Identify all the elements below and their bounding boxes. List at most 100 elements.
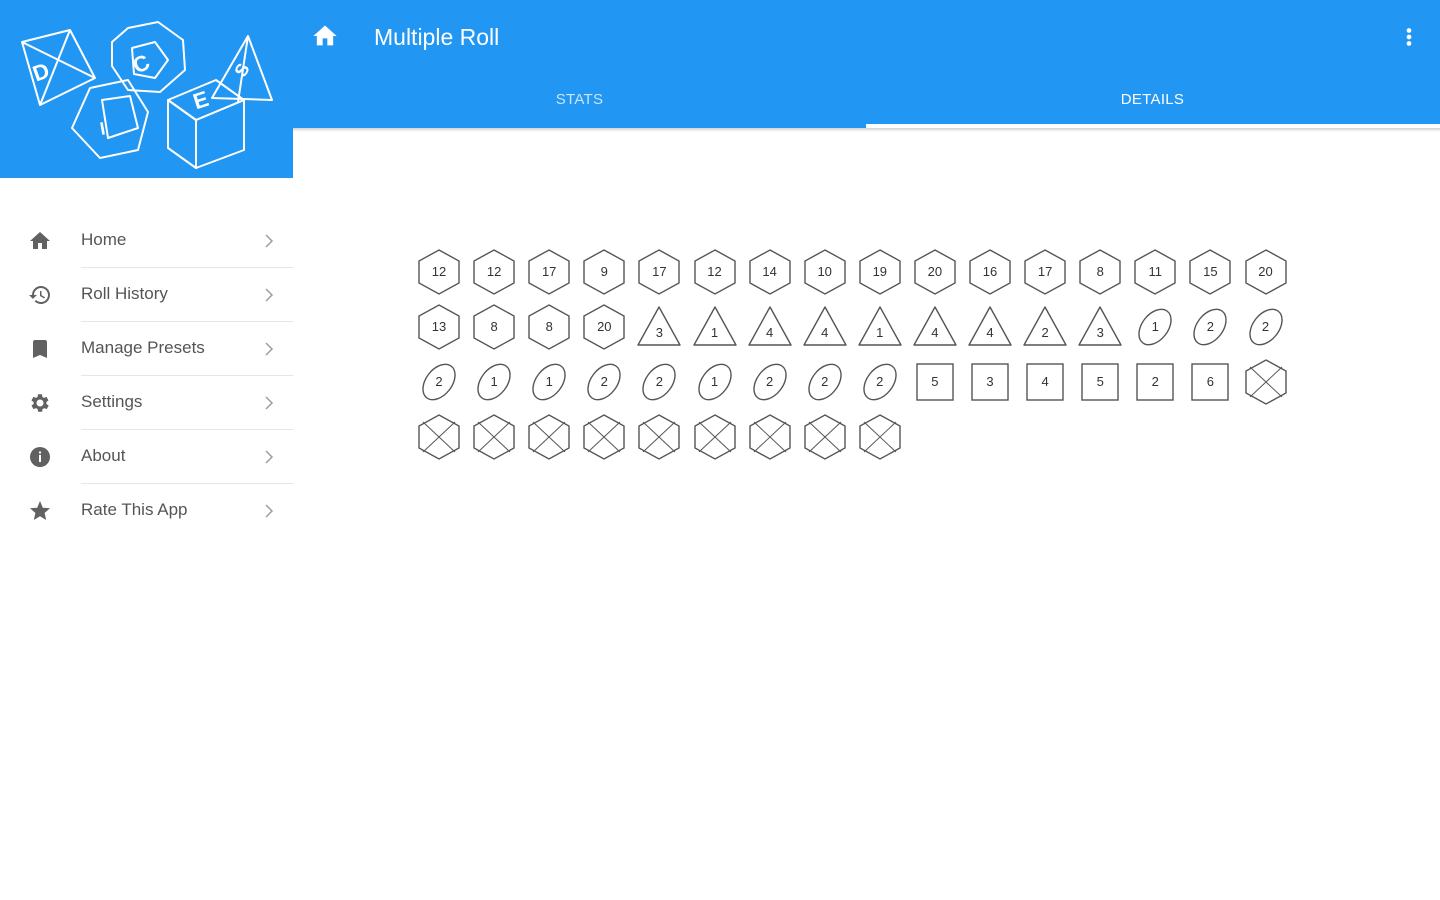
chevron-right-icon <box>265 396 274 410</box>
drawer-item-about[interactable]: About <box>0 430 293 484</box>
drawer-item-manage-presets[interactable]: Manage Presets <box>0 322 293 376</box>
die-value <box>580 413 628 461</box>
drawer-item-label: Home <box>81 230 127 249</box>
die-value: 1 <box>545 374 553 389</box>
die-result: 4 <box>801 303 849 351</box>
die-value: 2 <box>765 374 774 389</box>
gear-icon <box>31 394 49 412</box>
die-result: 11 <box>1131 248 1179 296</box>
drawer-item-settings[interactable]: Settings <box>0 376 293 430</box>
die-result: 2 <box>635 358 683 406</box>
drawer-item-label: About <box>81 446 126 465</box>
die-result: 17 <box>1021 248 1069 296</box>
drawer-header: D C E S I <box>0 0 293 178</box>
die-result: 3 <box>635 303 683 351</box>
die-result: 2 <box>415 358 463 406</box>
die-value: 8 <box>545 319 553 334</box>
die-value: 5 <box>931 374 939 389</box>
die-value: 4 <box>765 325 774 340</box>
die-value: 12 <box>707 264 722 279</box>
logo-letter-s: S <box>230 60 253 80</box>
tab-indicator <box>866 124 1440 128</box>
die-result: 17 <box>525 248 573 296</box>
die-value: 13 <box>431 319 447 334</box>
die-value: 20 <box>927 264 943 279</box>
die-result: 12 <box>470 248 518 296</box>
die-value <box>525 413 573 461</box>
die-result: 4 <box>1021 358 1069 406</box>
die-result: 6 <box>1186 358 1234 406</box>
die-value: 2 <box>600 374 608 389</box>
die-result <box>856 413 904 461</box>
bookmark-icon <box>33 340 47 358</box>
die-value: 4 <box>1041 374 1049 389</box>
die-result <box>746 413 794 461</box>
die-value: 8 <box>1096 264 1104 279</box>
tab-details[interactable]: DETAILS <box>866 80 1439 128</box>
die-result: 5 <box>1076 358 1124 406</box>
die-result: 20 <box>911 248 959 296</box>
die-value: 2 <box>655 374 663 389</box>
die-result: 14 <box>746 248 794 296</box>
die-value: 8 <box>490 319 498 334</box>
die-result: 4 <box>966 303 1014 351</box>
chevron-right-icon <box>265 450 274 464</box>
drawer-item-roll-history[interactable]: Roll History <box>0 268 293 322</box>
dice-logo: D C E S I <box>21 21 273 169</box>
drawer-item-home[interactable]: Home <box>0 214 293 268</box>
home-icon <box>313 25 337 46</box>
drawer-nav: Home Roll History Manage Presets Setting… <box>0 214 293 538</box>
die-result: 1 <box>525 358 573 406</box>
die-result: 2 <box>1242 303 1290 351</box>
die-value: 2 <box>1041 325 1049 340</box>
die-value: 4 <box>821 325 829 340</box>
chevron-right-icon <box>265 234 274 248</box>
die-value: 10 <box>817 264 832 279</box>
die-result <box>635 413 683 461</box>
die-result: 3 <box>1076 303 1124 351</box>
drawer-item-label: Roll History <box>81 284 168 303</box>
die-value: 1 <box>1151 319 1159 334</box>
die-value: 1 <box>876 325 884 340</box>
die-value: 2 <box>876 374 884 389</box>
die-value <box>746 413 794 461</box>
die-value: 11 <box>1148 264 1163 279</box>
die-value: 2 <box>821 374 829 389</box>
die-result: 1 <box>691 358 739 406</box>
die-value: 19 <box>872 264 888 279</box>
die-result: 9 <box>580 248 628 296</box>
chevron-right-icon <box>265 342 274 356</box>
die-value: 2 <box>1206 319 1214 334</box>
die-result <box>470 413 518 461</box>
history-icon <box>29 286 50 304</box>
die-result <box>525 413 573 461</box>
tab-stats[interactable]: STATS <box>293 80 866 128</box>
die-result: 4 <box>746 303 794 351</box>
die-value: 5 <box>1096 374 1104 389</box>
die-result: 20 <box>1242 248 1290 296</box>
logo-letter-c: C <box>129 49 154 78</box>
home-icon <box>30 232 50 249</box>
die-value: 1 <box>490 374 498 389</box>
die-value: 2 <box>435 374 443 389</box>
drawer-item-label: Manage Presets <box>81 338 205 357</box>
logo-letter-e: E <box>190 86 212 114</box>
die-value <box>635 413 683 461</box>
die-value: 2 <box>1151 374 1159 389</box>
die-value: 4 <box>931 325 939 340</box>
die-result: 1 <box>1131 303 1179 351</box>
die-result: 10 <box>801 248 849 296</box>
die-result: 20 <box>580 303 628 351</box>
overflow-menu-button[interactable] <box>1396 22 1422 52</box>
die-result: 8 <box>470 303 518 351</box>
die-value: 20 <box>1258 264 1273 279</box>
drawer-item-rate-this-app[interactable]: Rate This App <box>0 484 293 538</box>
home-button[interactable] <box>311 22 339 50</box>
die-result: 5 <box>911 358 959 406</box>
die-value: 17 <box>541 264 557 279</box>
die-value: 1 <box>710 374 719 389</box>
die-result: 1 <box>470 358 518 406</box>
die-result: 8 <box>525 303 573 351</box>
die-value: 4 <box>986 325 994 340</box>
die-result: 4 <box>911 303 959 351</box>
